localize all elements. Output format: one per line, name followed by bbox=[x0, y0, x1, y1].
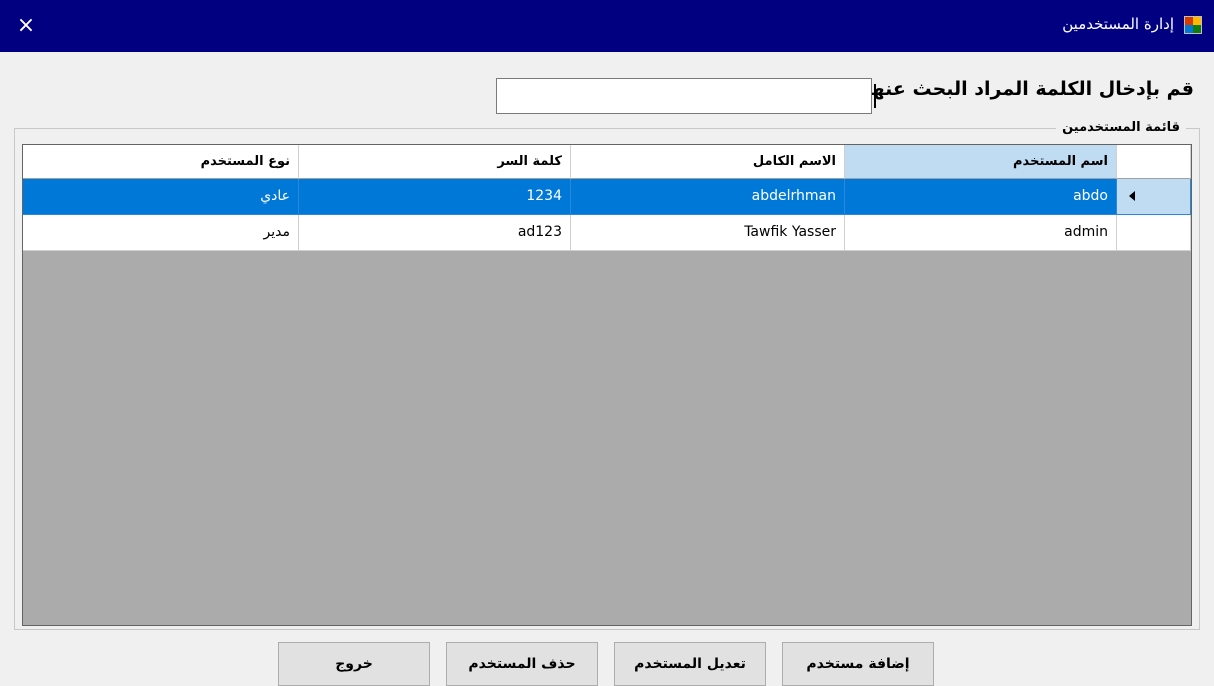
row-header[interactable] bbox=[1117, 215, 1191, 251]
delete-user-button[interactable]: حذف المستخدم bbox=[446, 642, 598, 686]
users-grid[interactable]: اسم المستخدم الاسم الكامل كلمة السر نوع … bbox=[22, 144, 1192, 626]
table-row[interactable]: admin Tawfik Yasser ad123 مدير bbox=[23, 215, 1191, 251]
column-header-type[interactable]: نوع المستخدم bbox=[23, 145, 299, 179]
search-label: قم بإدخال الكلمة المراد البحث عنها: bbox=[857, 78, 1194, 100]
edit-user-button[interactable]: تعديل المستخدم bbox=[614, 642, 766, 686]
window-title: إدارة المستخدمين bbox=[1062, 15, 1174, 33]
cell-password[interactable]: ad123 bbox=[299, 215, 571, 251]
column-header-fullname[interactable]: الاسم الكامل bbox=[571, 145, 845, 179]
exit-button[interactable]: خروج bbox=[278, 642, 430, 686]
close-icon[interactable]: × bbox=[12, 12, 40, 40]
cell-fullname[interactable]: Tawfik Yasser bbox=[571, 215, 845, 251]
add-user-button[interactable]: إضافة مستخدم bbox=[782, 642, 934, 686]
cell-password[interactable]: 1234 bbox=[299, 179, 571, 215]
column-header-username[interactable]: اسم المستخدم bbox=[845, 145, 1117, 179]
title-bar: × إدارة المستخدمين bbox=[0, 0, 1214, 52]
app-window-icon bbox=[1184, 16, 1202, 34]
cell-fullname[interactable]: abdelrhman bbox=[571, 179, 845, 215]
cell-type[interactable]: مدير bbox=[23, 215, 299, 251]
row-header-corner bbox=[1117, 145, 1191, 179]
cell-type[interactable]: عادي bbox=[23, 179, 299, 215]
users-group-legend: قائمة المستخدمين bbox=[1056, 120, 1186, 135]
cell-username[interactable]: abdo bbox=[845, 179, 1117, 215]
search-input[interactable] bbox=[496, 78, 872, 114]
column-header-password[interactable]: كلمة السر bbox=[299, 145, 571, 179]
cell-username[interactable]: admin bbox=[845, 215, 1117, 251]
grid-header: اسم المستخدم الاسم الكامل كلمة السر نوع … bbox=[23, 145, 1191, 179]
table-row[interactable]: abdo abdelrhman 1234 عادي bbox=[23, 179, 1191, 215]
text-cursor bbox=[874, 84, 876, 108]
row-pointer-icon[interactable] bbox=[1117, 179, 1191, 215]
